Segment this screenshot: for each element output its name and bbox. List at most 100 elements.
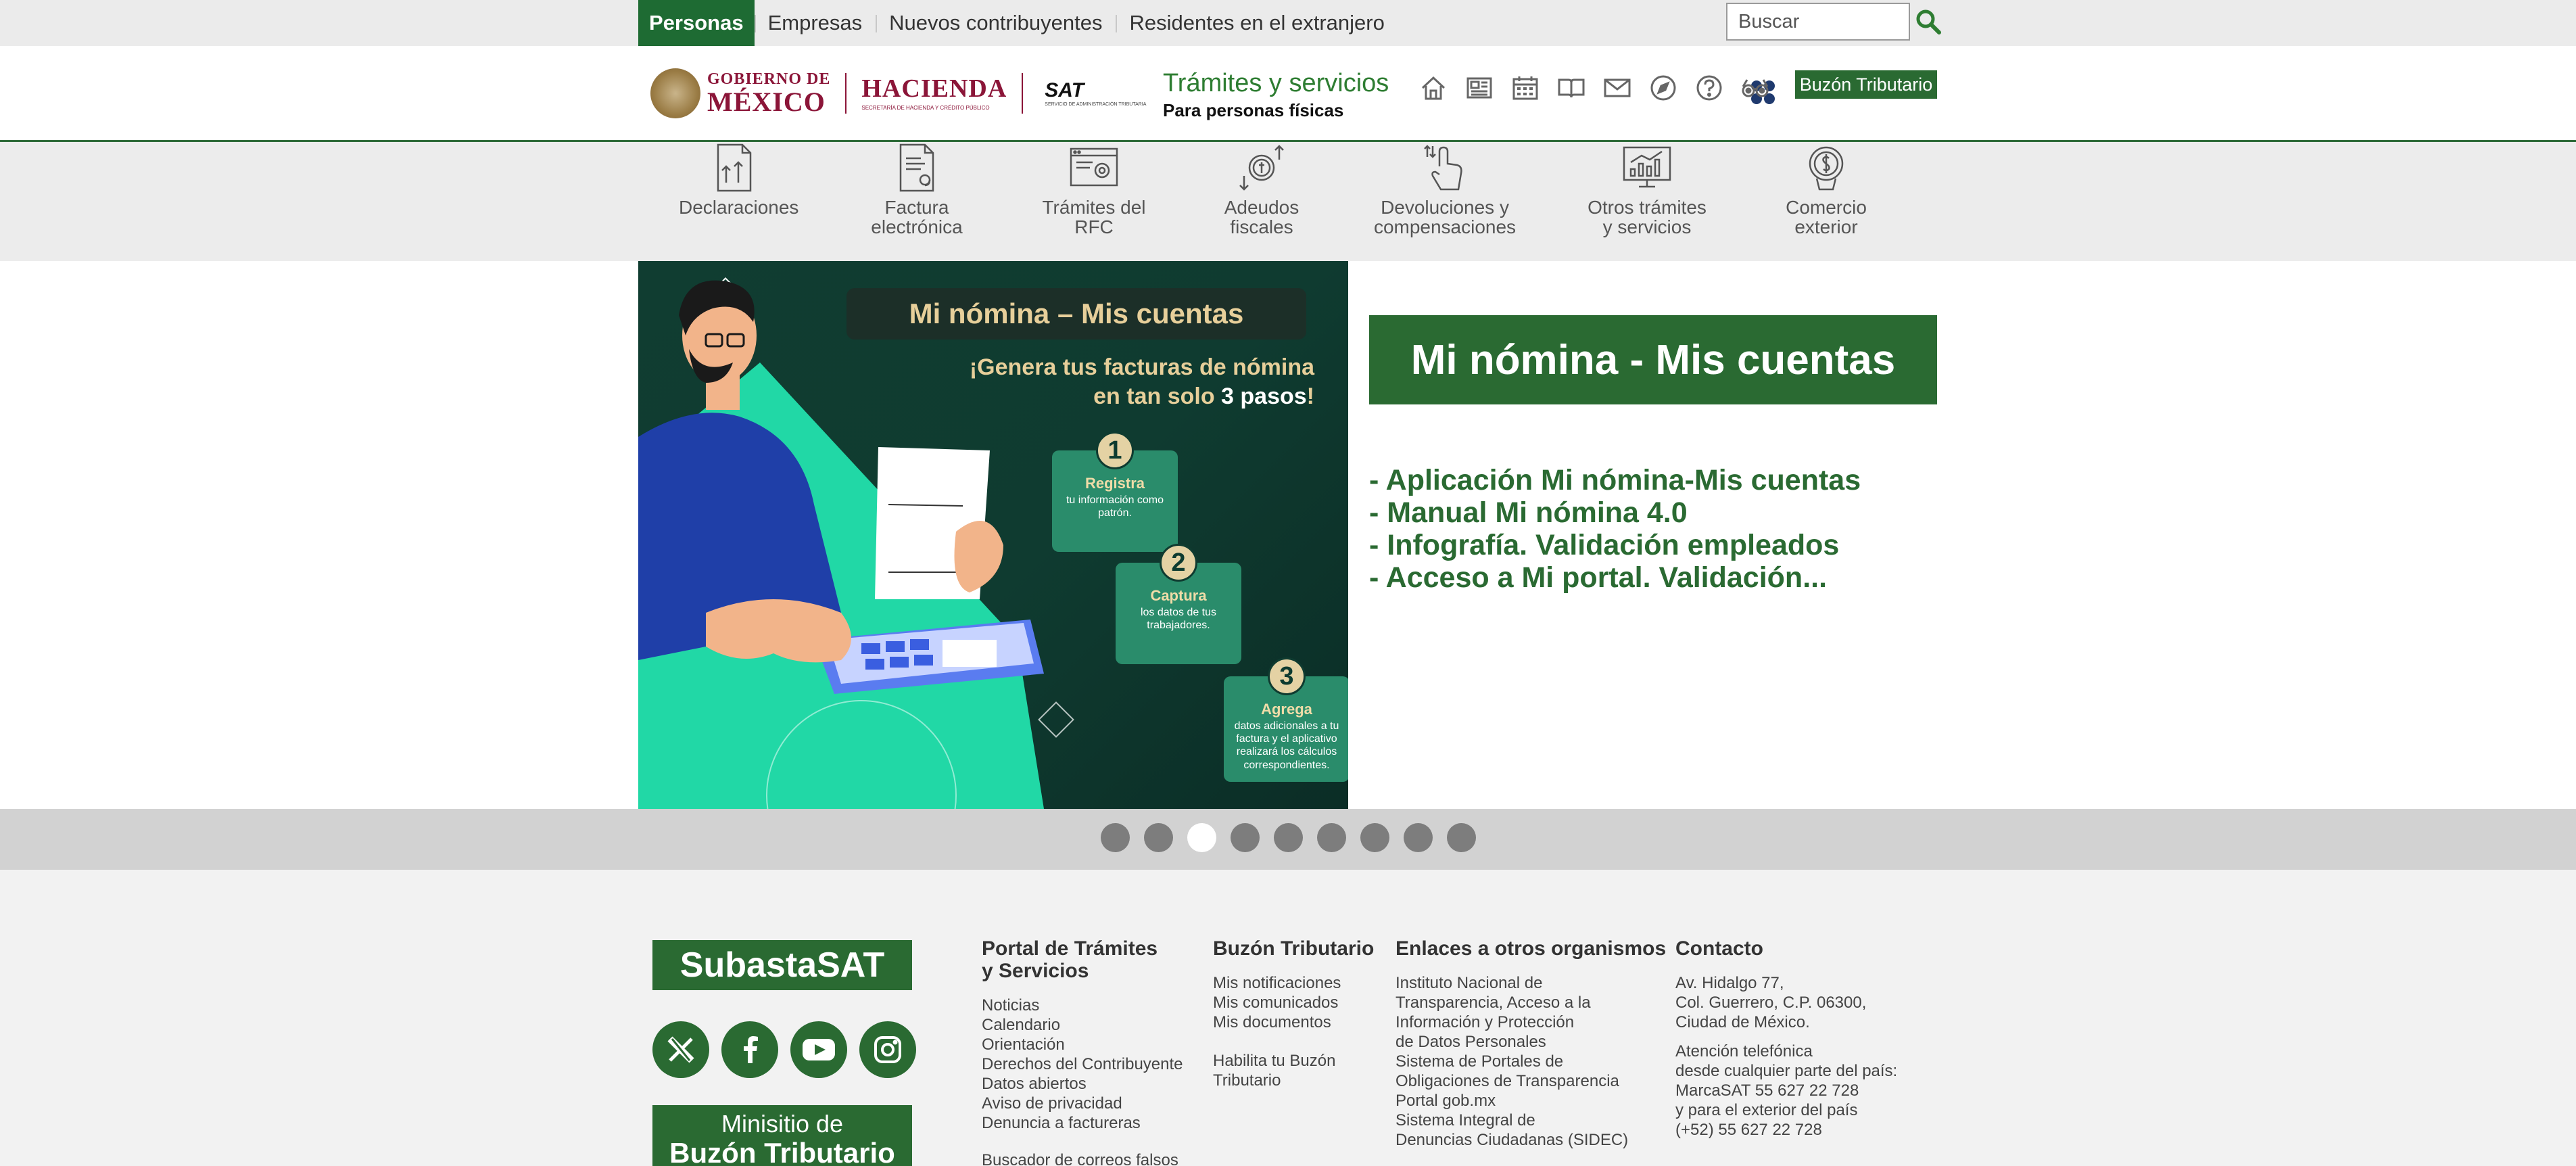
hero-link-acceso-portal[interactable]: - Acceso a Mi portal. Validación... — [1369, 561, 1861, 594]
carousel-controls — [0, 809, 2576, 870]
step-number: 3 — [1268, 657, 1306, 695]
footer-link-derechos[interactable]: Derechos del Contribuyente — [982, 1054, 1183, 1074]
instagram-icon[interactable] — [859, 1021, 916, 1078]
hero-link-aplicacion[interactable]: - Aplicación Mi nómina-Mis cuentas — [1369, 464, 1861, 496]
category-label: RFC — [1074, 216, 1114, 238]
phone-line: (+52) 55 627 22 728 — [1675, 1121, 1822, 1139]
footer-link-inai[interactable]: Información y Protección — [1396, 1012, 1666, 1032]
banner-title: Mi nómina – Mis cuentas — [846, 288, 1306, 340]
category-factura-electronica[interactable]: Factura electrónica — [863, 142, 971, 237]
tab-empresas[interactable]: Empresas — [754, 0, 876, 46]
category-label: compensaciones — [1373, 216, 1517, 238]
social-links — [652, 1021, 916, 1078]
banner-sub-line1: ¡Genera tus facturas de nómina — [969, 354, 1314, 380]
tab-personas[interactable]: Personas — [638, 0, 755, 46]
audience-tabs: Personas Empresas Nuevos contribuyentes … — [638, 0, 1398, 46]
step-description: los datos de tus trabajadores. — [1140, 607, 1217, 632]
banner-sub-line2-post: ! — [1306, 383, 1314, 409]
hacienda-subtitle: SECRETARÍA DE HACIENDA Y CRÉDITO PÚBLICO — [861, 105, 990, 111]
minisitio-buzon-button[interactable]: Minisitio de Buzón Tributario — [652, 1105, 912, 1166]
carousel-banner[interactable]: Mi nómina – Mis cuentas ¡Genera tus fact… — [638, 261, 1348, 809]
footer-link-inai[interactable]: de Datos Personales — [1396, 1032, 1666, 1052]
category-label: Trámites del — [1042, 197, 1146, 218]
category-devoluciones[interactable]: Devoluciones y compensaciones — [1373, 142, 1517, 237]
footer-link-comunicados[interactable]: Mis comunicados — [1213, 993, 1374, 1012]
footer-link-portales-transparencia[interactable]: Sistema de Portales de — [1396, 1052, 1666, 1071]
home-icon[interactable] — [1418, 73, 1448, 103]
carousel-dot[interactable] — [1187, 823, 1216, 852]
carousel-dot[interactable] — [1144, 823, 1173, 852]
hero-links: - Aplicación Mi nómina-Mis cuentas - Man… — [1369, 464, 1861, 594]
footer-link-gobmx[interactable]: Portal gob.mx — [1396, 1091, 1666, 1111]
footer-link-noticias[interactable]: Noticias — [982, 996, 1183, 1015]
footer-link-calendario[interactable]: Calendario — [982, 1015, 1183, 1035]
compass-icon[interactable] — [1648, 73, 1678, 103]
news-icon[interactable] — [1464, 73, 1494, 103]
footer-link-sidec[interactable]: Sistema Integral de — [1396, 1111, 1666, 1130]
footer-link-orientacion[interactable]: Orientación — [982, 1035, 1183, 1054]
search-input[interactable]: Buscar — [1726, 3, 1910, 41]
help-icon[interactable] — [1694, 73, 1724, 103]
buzon-tributario-button[interactable]: Buzón Tributario — [1795, 70, 1937, 99]
logos[interactable]: GOBIERNO DE MÉXICO HACIENDA SECRETARÍA D… — [650, 66, 1775, 120]
category-otros-tramites[interactable]: Otros trámites y servicios — [1579, 142, 1715, 237]
youtube-icon[interactable] — [790, 1021, 847, 1078]
footer-heading: Buzón Tributario — [1213, 937, 1375, 960]
category-comercio-exterior[interactable]: Comercio exterior — [1778, 142, 1874, 237]
hero-link-infografia[interactable]: - Infografía. Validación empleados — [1369, 529, 1861, 561]
footer-link-documentos[interactable]: Mis documentos — [1213, 1012, 1374, 1032]
subasta-sat-button[interactable]: SubastaSAT — [652, 940, 912, 990]
footer-link-buscador-correos[interactable]: Buscador de correos falsos — [982, 1150, 1183, 1166]
carousel-dot[interactable] — [1447, 823, 1476, 852]
facebook-icon[interactable] — [721, 1021, 778, 1078]
phone-line: Atención telefónica — [1675, 1042, 1813, 1060]
carousel-dot[interactable] — [1101, 823, 1130, 852]
header-icons — [1418, 73, 1770, 103]
category-label: Factura — [884, 197, 949, 218]
mail-icon[interactable] — [1602, 73, 1632, 103]
step-description: tu información como patrón. — [1066, 494, 1164, 519]
footer-link-portales-transparencia[interactable]: Obligaciones de Transparencia — [1396, 1071, 1666, 1091]
category-label: fiscales — [1230, 216, 1293, 238]
category-label: Declaraciones — [679, 197, 799, 218]
footer-link-habilita-buzon[interactable]: Habilita tu Buzón Tributario — [1213, 1051, 1374, 1090]
tab-residentes-extranjero[interactable]: Residentes en el extranjero — [1116, 0, 1398, 46]
footer-link-inai[interactable]: Instituto Nacional de — [1396, 973, 1666, 993]
sat-subtitle: SERVICIO DE ADMINISTRACIÓN TRIBUTARIA — [1045, 101, 1147, 107]
category-adeudos-fiscales[interactable]: Adeudos fiscales — [1214, 142, 1309, 237]
footer-link-denuncia[interactable]: Denuncia a factureras — [982, 1113, 1183, 1133]
carousel-dot[interactable] — [1317, 823, 1346, 852]
comercio-exterior-icon — [1809, 146, 1844, 191]
carousel-dot[interactable] — [1274, 823, 1303, 852]
search-icon[interactable] — [1915, 8, 1942, 35]
glasses-icon[interactable] — [1740, 73, 1770, 103]
calendar-icon[interactable] — [1510, 73, 1540, 103]
banner-step-2: 2 Captura los datos de tus trabajadores. — [1116, 544, 1241, 664]
declaraciones-icon — [717, 143, 752, 192]
carousel-dot[interactable] — [1231, 823, 1260, 852]
footer-link-inai[interactable]: Transparencia, Acceso a la — [1396, 993, 1666, 1012]
tab-nuevos-contribuyentes[interactable]: Nuevos contribuyentes — [876, 0, 1116, 46]
factura-icon — [899, 143, 934, 192]
footer-col-contacto: Contacto Av. Hidalgo 77, Col. Guerrero, … — [1675, 937, 1897, 1140]
section-title: Trámites y servicios Para personas físic… — [1163, 70, 1389, 119]
sat-logo: SAT SERVICIO DE ADMINISTRACIÓN TRIBUTARI… — [1041, 80, 1775, 107]
footer-link-sidec[interactable]: Denuncias Ciudadanas (SIDEC) — [1396, 1130, 1666, 1150]
category-declaraciones[interactable]: Declaraciones — [679, 142, 799, 218]
step-heading: Agrega — [1261, 701, 1312, 718]
habilita-line1: Habilita tu Buzón — [1213, 1052, 1336, 1070]
footer-col-portal: Portal de Trámites y Servicios Noticias … — [982, 937, 1183, 1166]
category-label: Otros trámites — [1588, 197, 1707, 218]
footer-heading: Portal de Trámites y Servicios — [982, 937, 1183, 982]
footer-col-enlaces: Enlaces a otros organismos Instituto Nac… — [1396, 937, 1666, 1150]
category-tramites-rfc[interactable]: Trámites del RFC — [1039, 142, 1149, 237]
footer-link-aviso-privacidad[interactable]: Aviso de privacidad — [982, 1094, 1183, 1113]
footer-link-notificaciones[interactable]: Mis notificaciones — [1213, 973, 1374, 993]
book-icon[interactable] — [1556, 73, 1586, 103]
hero-link-manual[interactable]: - Manual Mi nómina 4.0 — [1369, 496, 1861, 529]
carousel-dot[interactable] — [1360, 823, 1389, 852]
carousel-dot[interactable] — [1404, 823, 1433, 852]
x-icon[interactable] — [652, 1021, 709, 1078]
category-label: Comercio — [1786, 197, 1867, 218]
footer-link-datos-abiertos[interactable]: Datos abiertos — [982, 1074, 1183, 1094]
